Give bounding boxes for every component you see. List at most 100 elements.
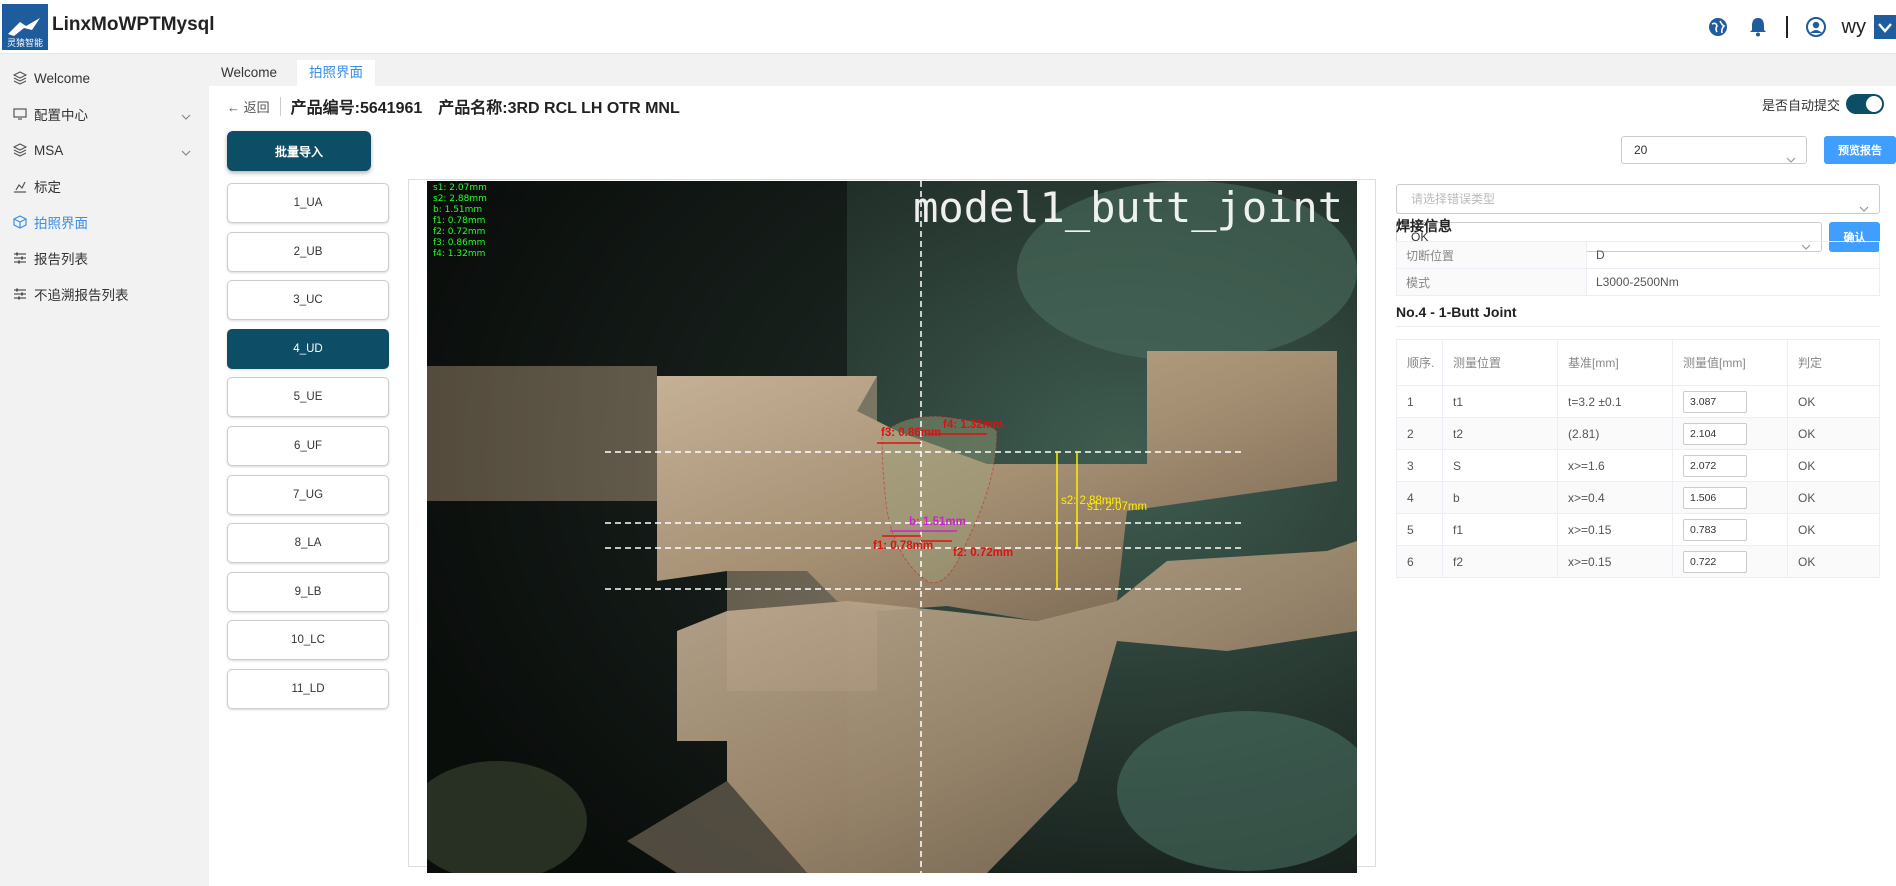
row-position: S — [1442, 449, 1558, 482]
layers-icon — [12, 70, 28, 86]
sidebar-item-config-center[interactable]: 配置中心 — [0, 96, 209, 132]
sample-button[interactable]: 7_UG — [227, 474, 389, 515]
sample-button[interactable]: 11_LD — [227, 668, 389, 709]
sidebar-item-report-list[interactable]: 报告列表 — [0, 240, 209, 276]
row-standard: x>=0.15 — [1557, 513, 1673, 546]
table-header-row: 顺序. 测量位置 基准[mm] 测量值[mm] 判定 — [1396, 339, 1880, 386]
sidebar-item-label: 不追溯报告列表 — [34, 288, 129, 303]
weld-info-table: 切断位置 D 模式 L3000-2500Nm — [1396, 241, 1880, 296]
annotation-f1: f1: 0.78mm — [873, 540, 934, 552]
sidebar-item-photo[interactable]: 拍照界面 — [0, 204, 209, 240]
table-row: 2 t2 (2.81) 2.104 OK — [1396, 417, 1880, 450]
layers-icon — [12, 142, 28, 158]
chevron-down-icon — [1859, 194, 1869, 222]
table-row: 5 f1 x>=0.15 0.783 OK — [1396, 513, 1880, 546]
measured-value-input[interactable]: 2.072 — [1683, 454, 1747, 477]
batch-import-button[interactable]: 批量导入 — [227, 131, 371, 171]
sample-button[interactable]: 2_UB — [227, 231, 389, 272]
tab-photo[interactable]: 拍照界面 — [297, 60, 375, 86]
sidebar-item-label: 拍照界面 — [34, 216, 88, 231]
sample-button-active[interactable]: 4_UD — [227, 328, 389, 369]
sidebar-item-welcome[interactable]: Welcome — [0, 60, 209, 96]
sample-button[interactable]: 8_LA — [227, 523, 389, 564]
measure-s2: s2: 2.88mm — [433, 194, 487, 204]
row-number: 4 — [1396, 481, 1443, 514]
sample-button[interactable]: 10_LC — [227, 620, 389, 661]
measurement-table: 顺序. 测量位置 基准[mm] 测量值[mm] 判定 1 t1 t=3.2 ±0… — [1396, 339, 1880, 578]
table-row: 模式 L3000-2500Nm — [1396, 268, 1880, 296]
sample-button[interactable]: 1_UA — [227, 183, 389, 223]
user-avatar-icon[interactable] — [1805, 16, 1827, 38]
sidebar-item-untraceable-report-list[interactable]: 不追溯报告列表 — [0, 276, 209, 312]
page-size-select[interactable]: 20 — [1621, 136, 1807, 164]
error-type-select[interactable]: 请选择错误类型 — [1396, 184, 1880, 214]
row-number: 1 — [1396, 385, 1443, 418]
username[interactable]: wy — [1842, 16, 1866, 39]
monitor-icon — [12, 106, 28, 122]
image-title: model1_butt_joint — [913, 183, 1343, 232]
globe-icon[interactable] — [1707, 16, 1729, 38]
measurement-overlay: s1: 2.07mm s2: 2.88mm b: 1.51mm f1: 0.78… — [433, 183, 487, 260]
sliders-icon — [12, 286, 28, 302]
row-position: f1 — [1442, 513, 1558, 546]
dropdown-check-icon[interactable] — [1874, 15, 1896, 39]
table-row: 切断位置 D — [1396, 241, 1880, 269]
top-right-tools: wy — [1698, 12, 1896, 42]
measure-f3: f3: 0.86mm — [433, 238, 486, 248]
logo-bird-icon — [8, 18, 40, 36]
row-standard: t=3.2 ±0.1 — [1557, 385, 1673, 418]
sample-button[interactable]: 3_UC — [227, 280, 389, 321]
row-number: 2 — [1396, 417, 1443, 450]
chevron-down-icon — [181, 144, 191, 159]
auto-submit-label: 是否自动提交 — [1761, 97, 1840, 113]
tab-welcome[interactable]: Welcome — [209, 60, 289, 86]
row-position: b — [1442, 481, 1558, 514]
sidebar-item-label: 标定 — [34, 180, 61, 195]
measured-value-input[interactable]: 2.104 — [1683, 422, 1747, 445]
chevron-down-icon — [181, 108, 191, 123]
column-header: 基准[mm] — [1557, 339, 1673, 386]
row-standard: x>=1.6 — [1557, 449, 1673, 482]
row-position: f2 — [1442, 545, 1558, 578]
measured-value-input[interactable]: 0.722 — [1683, 550, 1747, 573]
top-bar: 灵猿智能 LinxMoWPTMysql wy — [0, 0, 1896, 54]
sidebar-item-calibration[interactable]: 标定 — [0, 168, 209, 204]
toolbar-divider — [1785, 16, 1788, 38]
column-header: 测量值[mm] — [1672, 339, 1788, 386]
preview-report-button[interactable]: 预览报告 — [1824, 136, 1896, 164]
logo-text: 灵猿智能 — [6, 38, 43, 48]
cube-icon — [12, 214, 28, 230]
annotation-b: b: 1.51mm — [909, 516, 966, 528]
sidebar-item-label: MSA — [34, 142, 64, 158]
breadcrumb: ← 返回 产品编号:5641961 产品名称:3RD RCL LH OTR MN… — [227, 96, 696, 117]
sample-list: 1_UA 2_UB 3_UC 4_UD 5_UE 6_UF 7_UG 8_LA … — [227, 183, 389, 718]
main-content: ← 返回 产品编号:5641961 产品名称:3RD RCL LH OTR MN… — [209, 86, 1896, 886]
app-logo: 灵猿智能 — [2, 4, 48, 50]
row-result: OK — [1787, 449, 1880, 482]
weld-cross-section-image[interactable]: model1_butt_joint s1: 2.07mm s2: 2.88mm … — [427, 181, 1357, 873]
table-row: 1 t1 t=3.2 ±0.1 3.087 OK — [1396, 385, 1880, 418]
back-link[interactable]: ← 返回 — [227, 96, 281, 116]
auto-submit: 是否自动提交 — [1762, 94, 1884, 114]
row-standard: x>=0.4 — [1557, 481, 1673, 514]
auto-submit-toggle[interactable] — [1846, 94, 1884, 114]
table-row: 6 f2 x>=0.15 0.722 OK — [1396, 545, 1880, 578]
measured-value-input[interactable]: 1.506 — [1683, 486, 1747, 509]
table-row: 3 S x>=1.6 2.072 OK — [1396, 449, 1880, 482]
annotation-f4: f4: 1.32mm — [943, 419, 1004, 431]
row-position: t2 — [1442, 417, 1558, 450]
measure-b: b: 1.51mm — [433, 205, 483, 215]
row-position: t1 — [1442, 385, 1558, 418]
weld-info-key: 切断位置 — [1396, 241, 1587, 269]
sample-button[interactable]: 6_UF — [227, 425, 389, 466]
measure-s1: s1: 2.07mm — [433, 183, 487, 193]
measured-value-input[interactable]: 3.087 — [1683, 390, 1747, 413]
measured-value-input[interactable]: 0.783 — [1683, 518, 1747, 541]
bell-icon[interactable] — [1747, 16, 1769, 38]
sidebar-item-msa[interactable]: MSA — [0, 132, 209, 168]
column-header: 判定 — [1787, 339, 1880, 386]
sidebar-item-label: 配置中心 — [34, 108, 88, 123]
sample-button[interactable]: 9_LB — [227, 571, 389, 612]
chart-icon — [12, 178, 28, 194]
sample-button[interactable]: 5_UE — [227, 377, 389, 418]
